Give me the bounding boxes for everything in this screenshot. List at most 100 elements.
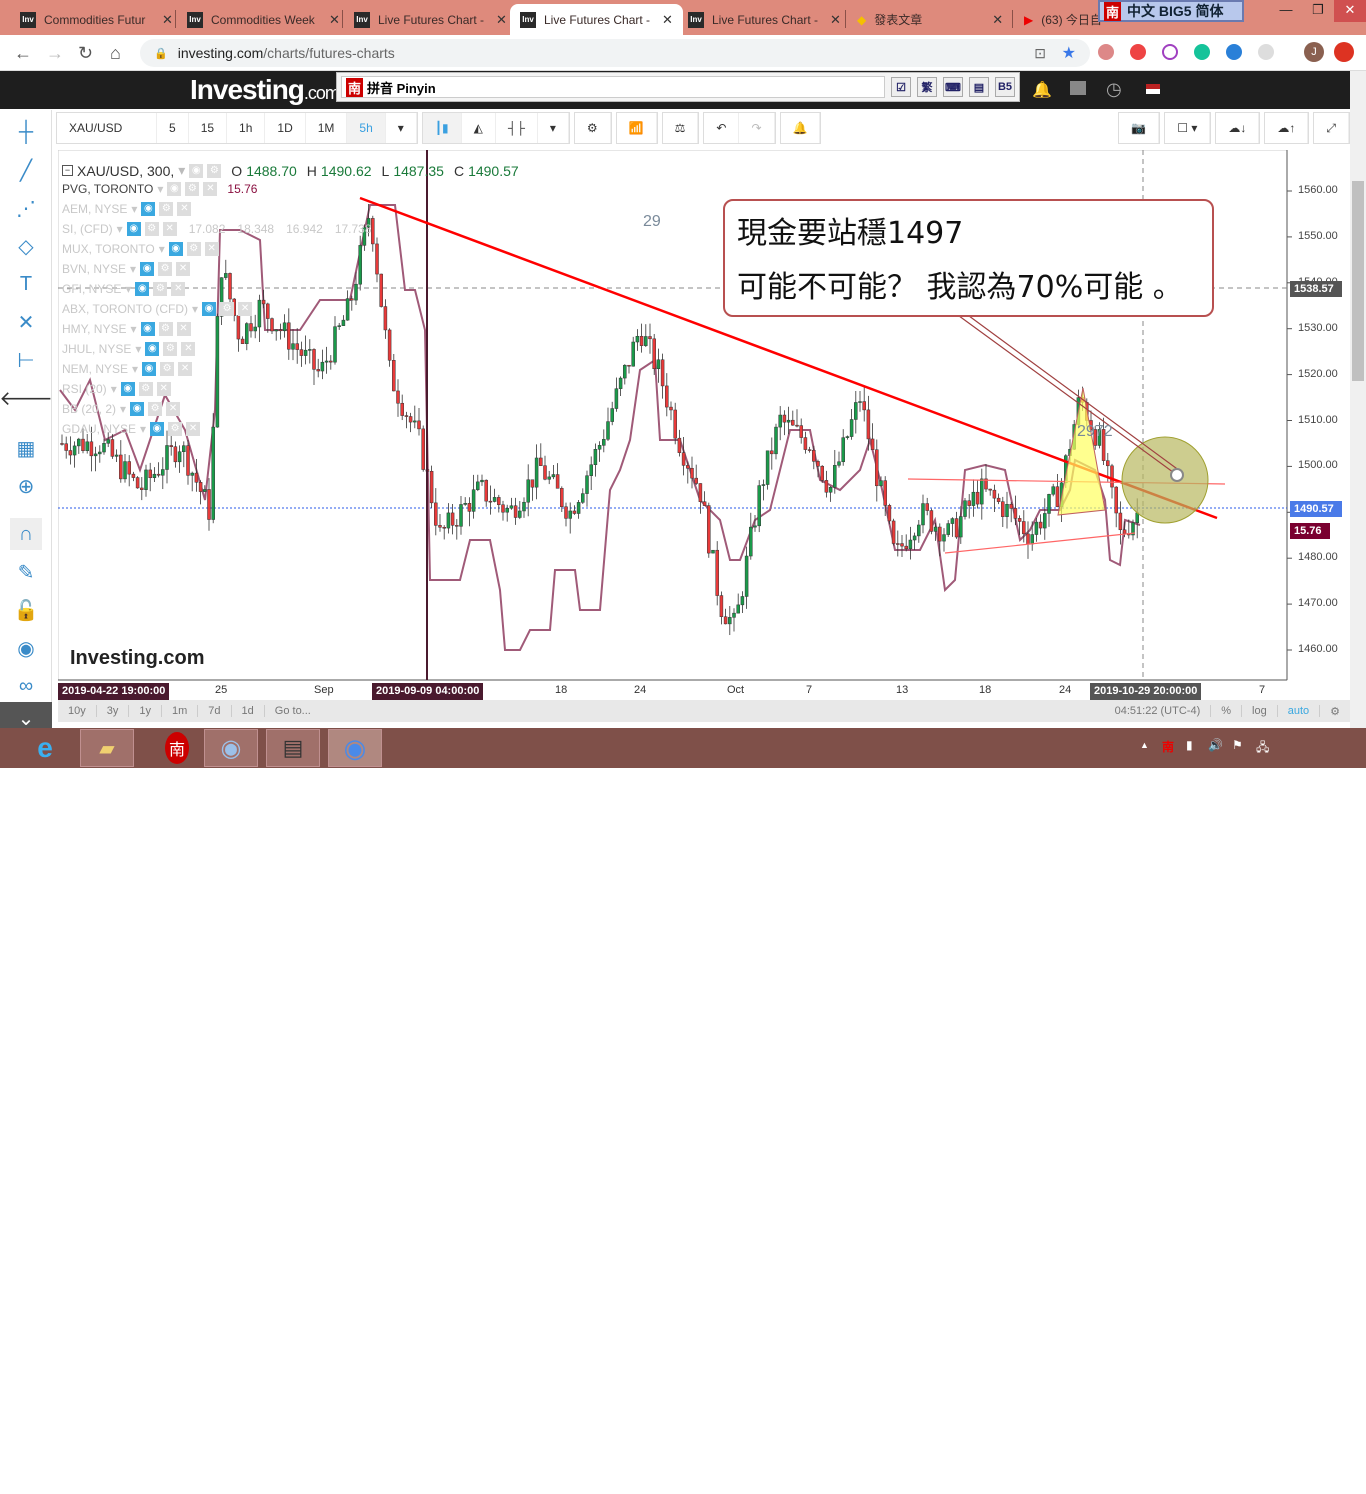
eye-icon[interactable]: ◉: [140, 262, 155, 276]
range-1y[interactable]: 1y: [129, 705, 162, 717]
touch-extension-icon[interactable]: [1130, 44, 1146, 60]
trend-line-icon[interactable]: ╱: [10, 154, 42, 186]
range-7d[interactable]: 7d: [198, 705, 232, 717]
icon-tool-icon[interactable]: ▦: [10, 432, 42, 464]
interval-1d[interactable]: 1D: [265, 113, 306, 143]
goto-button[interactable]: Go to...: [265, 705, 321, 717]
crosshair-icon[interactable]: ┼: [10, 116, 42, 148]
system-clock[interactable]: 4:51 PM 10/30/2019: [1288, 1460, 1348, 1494]
log-toggle[interactable]: log: [1242, 705, 1278, 717]
eye-icon[interactable]: ◉: [202, 302, 217, 316]
gear-icon[interactable]: ⚙: [186, 242, 201, 256]
eye-icon[interactable]: ◉: [140, 322, 155, 336]
undo-icon[interactable]: ↶: [704, 113, 740, 143]
interval-1m[interactable]: 1M: [306, 113, 348, 143]
remove-icon[interactable]: ✕: [171, 282, 186, 296]
gear-icon[interactable]: ⚙: [153, 282, 168, 296]
grammarly-icon[interactable]: [1194, 44, 1210, 60]
interval-15[interactable]: 15: [189, 113, 228, 143]
url-input[interactable]: 🔒 investing.com/charts/futures-charts ⊡ ★: [140, 39, 1090, 67]
overlay-legend-row[interactable]: SI, (CFD) ▾ ◉ ⚙ ✕ 17.082 18.348 16.942 17.738: [62, 222, 372, 236]
gear-icon[interactable]: ⚙: [138, 382, 153, 396]
translate-icon[interactable]: ⊡: [1034, 45, 1046, 62]
cloud-load-icon[interactable]: ☁↓: [1216, 113, 1260, 143]
tab-live-futures-active[interactable]: Inv Live Futures Chart - ✕: [510, 4, 683, 35]
close-tab-icon[interactable]: ✕: [662, 12, 673, 28]
area-chart-icon[interactable]: ◭: [462, 113, 496, 143]
pattern-icon[interactable]: ✕: [10, 306, 42, 338]
minimize-button[interactable]: —: [1270, 0, 1302, 22]
pdf-extension-icon[interactable]: [1098, 44, 1114, 60]
back-arrow-icon[interactable]: 🡐: [0, 382, 53, 414]
extension-icon[interactable]: [1258, 44, 1274, 60]
template-icon[interactable]: ☐ ▾: [1165, 113, 1211, 143]
pitchfork-icon[interactable]: ⋰: [10, 192, 42, 224]
overlay-legend-row[interactable]: ABX, TORONTO (CFD) ▾ ◉ ⚙ ✕: [62, 302, 253, 316]
remove-icon[interactable]: ✕: [176, 322, 191, 336]
tab-live-futures-3[interactable]: Inv Live Futures Chart - ✕: [678, 4, 851, 35]
tab-live-futures-1[interactable]: Inv Live Futures Chart - ✕: [344, 4, 517, 35]
home-icon[interactable]: ⌂: [110, 43, 121, 64]
network-icon[interactable]: 🖧: [1256, 738, 1269, 759]
bars-icon[interactable]: ┤├: [496, 113, 538, 143]
lock-drawing-icon[interactable]: ✎: [10, 556, 42, 588]
gear-icon[interactable]: ⚙: [163, 342, 178, 356]
keyboard-icon[interactable]: ⌨: [943, 77, 963, 97]
search-extension-icon[interactable]: [1162, 44, 1178, 60]
pinyin-input[interactable]: 南拼音 Pinyin: [341, 76, 885, 98]
search-blue-extension-icon[interactable]: [1226, 44, 1242, 60]
remove-icon[interactable]: ✕: [186, 422, 201, 436]
timezone-clock[interactable]: 04:51:22 (UTC-4): [1105, 705, 1212, 717]
ime-language-bar[interactable]: 南中文 BIG5 简体: [1098, 0, 1244, 22]
interval-dropdown-icon[interactable]: ▾: [386, 113, 417, 143]
eye-icon[interactable]: ◉: [150, 422, 165, 436]
update-icon[interactable]: [1334, 42, 1354, 62]
indicators-icon[interactable]: 📶: [617, 113, 657, 143]
traditional-button[interactable]: 繁: [917, 77, 937, 97]
range-1m[interactable]: 1m: [162, 705, 199, 717]
remove-icon[interactable]: ✕: [162, 222, 177, 236]
range-10y[interactable]: 10y: [58, 705, 97, 717]
percent-toggle[interactable]: %: [1211, 705, 1243, 717]
cloud-save-icon[interactable]: ☁↑: [1265, 113, 1309, 143]
range-1d[interactable]: 1d: [232, 705, 265, 717]
gear-icon[interactable]: ⚙: [148, 402, 163, 416]
chrome-icon[interactable]: ◉: [328, 729, 382, 767]
remove-icon[interactable]: ✕: [204, 242, 219, 256]
symbol-input[interactable]: XAU/USD: [57, 113, 157, 143]
gear-icon[interactable]: ⚙: [158, 322, 173, 336]
remove-icon[interactable]: ✕: [166, 402, 181, 416]
range-3y[interactable]: 3y: [97, 705, 130, 717]
window-icon[interactable]: ▤: [969, 77, 989, 97]
redo-icon[interactable]: ↷: [739, 113, 775, 143]
remove-icon[interactable]: ✕: [176, 262, 191, 276]
investing-logo[interactable]: Investing.com: [190, 74, 340, 106]
annotation-callout[interactable]: 現金要站穩1497 可能不可能？ 我認為70%可能 。: [723, 199, 1214, 317]
restore-button[interactable]: ❐: [1302, 0, 1334, 22]
eye-icon[interactable]: ◉: [145, 342, 160, 356]
main-series-legend[interactable]: − XAU/USD, 300, ▾ ◉ ⚙ O 1488.70 H 1490.62 L 14…: [62, 162, 519, 179]
shapes-icon[interactable]: ◇: [10, 230, 42, 262]
chart-type-dropdown-icon[interactable]: ▾: [538, 113, 569, 143]
close-tab-icon[interactable]: ✕: [496, 12, 507, 28]
close-tab-icon[interactable]: ✕: [162, 12, 173, 28]
interval-5[interactable]: 5: [157, 113, 189, 143]
remove-icon[interactable]: ✕: [178, 362, 193, 376]
remove-icon[interactable]: ✕: [181, 342, 196, 356]
gear-icon[interactable]: ⚙: [185, 182, 200, 196]
tab-commodities-weekly[interactable]: Inv Commodities Week ✕: [177, 4, 350, 35]
interval-5h[interactable]: 5h: [347, 113, 386, 143]
overlay-legend-row[interactable]: MUX, TORONTO ▾ ◉ ⚙ ✕: [62, 242, 219, 256]
gear-icon[interactable]: ⚙: [168, 422, 183, 436]
auto-toggle[interactable]: auto: [1278, 705, 1321, 717]
back-icon[interactable]: ←: [14, 43, 32, 64]
battery-icon[interactable]: ▮: [1186, 738, 1193, 752]
interval-1h[interactable]: 1h: [227, 113, 266, 143]
scrollbar-thumb[interactable]: [1352, 181, 1364, 381]
us-flag-icon[interactable]: [1146, 84, 1160, 94]
close-window-button[interactable]: ✕: [1334, 0, 1366, 22]
text-icon[interactable]: T: [10, 268, 42, 300]
eye-icon[interactable]: ◉: [167, 182, 182, 196]
overlay-legend-row[interactable]: BB (20, 2) ▾ ◉ ⚙ ✕: [62, 402, 181, 416]
file-explorer-icon[interactable]: ▰: [80, 729, 134, 767]
